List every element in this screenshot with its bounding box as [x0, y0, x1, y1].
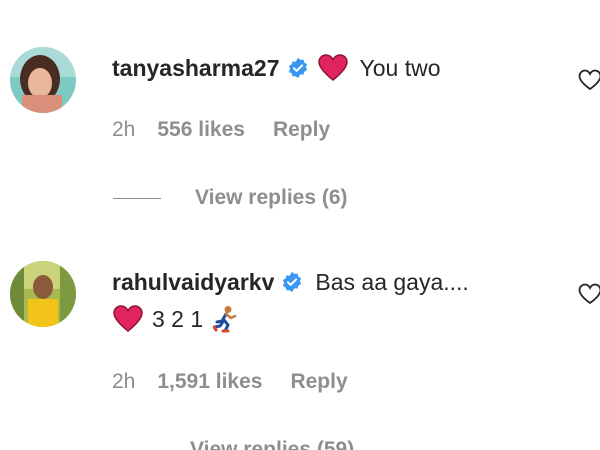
- view-replies-button-cut[interactable]: View replies (59): [190, 433, 354, 450]
- comment-text: You two: [359, 55, 441, 81]
- comment-meta: 2h 556 likes Reply: [112, 118, 330, 142]
- likes-count[interactable]: 1,591 likes: [157, 370, 262, 394]
- heart-outline-icon[interactable]: [578, 69, 600, 91]
- reply-button[interactable]: Reply: [290, 370, 347, 394]
- reply-button[interactable]: Reply: [273, 118, 330, 142]
- red-heart-emoji: [317, 54, 348, 82]
- username[interactable]: tanyasharma27: [112, 54, 280, 82]
- view-replies-label: View replies (59): [190, 438, 355, 450]
- view-replies-button[interactable]: View replies (6): [113, 186, 348, 210]
- comment-text-2: 3 2 1: [152, 306, 204, 332]
- avatar[interactable]: [10, 261, 76, 327]
- comment-meta: 2h 1,591 likes Reply: [112, 370, 348, 394]
- timestamp[interactable]: 2h: [112, 370, 135, 394]
- username[interactable]: rahulvaidyarkv: [112, 268, 274, 296]
- verified-badge-icon: [287, 57, 309, 79]
- heart-outline-icon[interactable]: [578, 283, 600, 305]
- likes-count[interactable]: 556 likes: [157, 118, 245, 142]
- comment-line: tanyasharma27 You two: [112, 54, 441, 82]
- timestamp[interactable]: 2h: [112, 118, 135, 142]
- comment-text: Bas aa gaya....: [315, 269, 469, 295]
- avatar[interactable]: [10, 47, 76, 113]
- runner-emoji: [212, 305, 237, 333]
- verified-badge-icon: [281, 271, 303, 293]
- divider: [113, 197, 161, 199]
- comment-line-2: 3 2 1: [112, 305, 237, 333]
- red-heart-emoji: [112, 305, 143, 333]
- view-replies-label: View replies (6): [195, 186, 348, 209]
- comment-line: rahulvaidyarkv Bas aa gaya....: [112, 268, 469, 296]
